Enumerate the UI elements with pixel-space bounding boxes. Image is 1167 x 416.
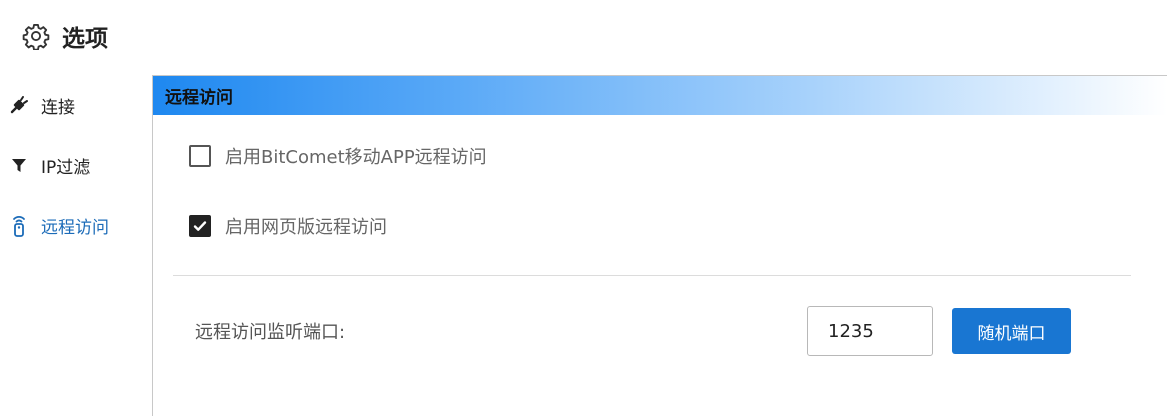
random-port-button[interactable]: 随机端口 <box>952 308 1071 354</box>
sidebar-item-label: IP过滤 <box>41 157 91 178</box>
enable-mobile-app-remote-checkbox[interactable]: 启用BitComet移动APP远程访问 <box>189 142 487 170</box>
checkbox-checked-icon[interactable] <box>189 215 211 237</box>
page-header: 选项 <box>22 18 108 54</box>
plug-icon <box>8 94 30 116</box>
port-label: 远程访问监听端口: <box>195 322 346 343</box>
sidebar-item-ip-filter[interactable]: IP过滤 <box>0 145 150 185</box>
filter-icon <box>8 154 30 176</box>
port-input[interactable] <box>807 306 933 356</box>
panel-header: 远程访问 <box>153 76 1167 115</box>
sidebar-item-remote-access[interactable]: 远程访问 <box>0 205 150 245</box>
panel-title: 远程访问 <box>165 88 233 108</box>
checkbox-unchecked-icon[interactable] <box>189 145 211 167</box>
sidebar-item-label: 连接 <box>41 97 75 118</box>
gear-icon <box>22 23 50 50</box>
checkbox-label: 启用BitComet移动APP远程访问 <box>225 147 487 168</box>
enable-web-remote-checkbox[interactable]: 启用网页版远程访问 <box>189 212 387 240</box>
remote-icon <box>8 214 30 237</box>
page-title: 选项 <box>62 26 108 52</box>
checkbox-label: 启用网页版远程访问 <box>225 217 387 238</box>
divider <box>173 275 1131 276</box>
remote-access-panel: 远程访问 启用BitComet移动APP远程访问 启用网页版远程访问 远程访问监… <box>152 75 1167 416</box>
sidebar-item-label: 远程访问 <box>41 217 109 238</box>
sidebar-item-connection[interactable]: 连接 <box>0 85 150 125</box>
